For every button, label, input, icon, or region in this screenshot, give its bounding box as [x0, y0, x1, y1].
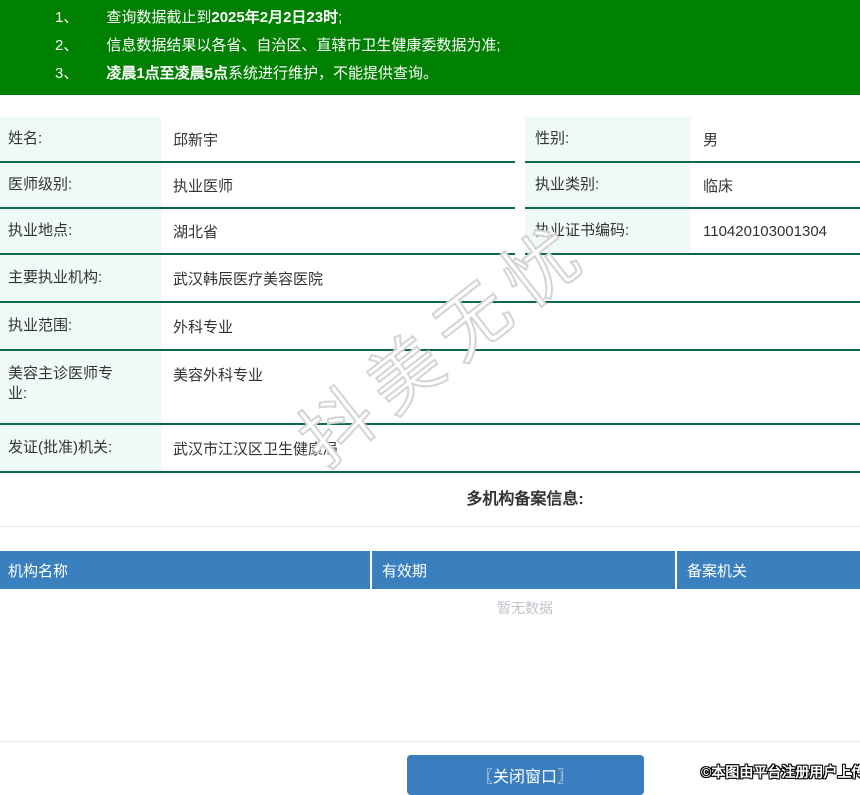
divider: [0, 526, 860, 527]
name-value: 邱新宇: [173, 131, 219, 149]
notice-line-1: 1、 查询数据截止到2025年2月2日23时;: [55, 4, 860, 32]
registration-section-title: 多机构备案信息:: [466, 491, 584, 508]
column-header-validity: 有效期: [382, 562, 428, 580]
main-institution-value: 武汉韩辰医疗美容医院: [173, 270, 324, 288]
query-result-page: 1、 查询数据截止到2025年2月2日23时; 2、 信息数据结果以各省、自治区、直…: [0, 0, 860, 795]
practice-category-value: 临床: [703, 177, 734, 195]
doctor-level-label: 医师级别:: [0, 163, 161, 207]
notice-number: 3、: [55, 65, 79, 82]
notice-banner: 1、 查询数据截止到2025年2月2日23时; 2、 信息数据结果以各省、自治区、直…: [0, 0, 860, 95]
table-row: 执业地点: 湖北省 执业证书编码: 110420103001304: [0, 209, 860, 255]
table-row: 执业范围: 外科专业: [0, 303, 860, 351]
notice-text: 信息数据结果以各省、自治区、直辖市卫生健康委数据为准;: [106, 37, 501, 54]
gender-value: 男: [703, 131, 719, 149]
button-row: 〖关闭窗口〗: [0, 755, 860, 795]
notice-line-3: 3、 凌晨1点至凌晨5点系统进行维护，不能提供查询。: [55, 60, 860, 88]
notice-number: 1、: [55, 9, 79, 26]
registration-table-header: 机构名称 有效期 备案机关: [0, 551, 860, 589]
certificate-number-label: 执业证书编码:: [525, 209, 690, 253]
practice-location-label: 执业地点:: [0, 209, 161, 253]
practice-scope-value: 外科专业: [173, 318, 234, 336]
column-header-authority: 备案机关: [687, 562, 748, 580]
doctor-info-table: 姓名: 邱新宇 性别: 男 医师级别: 执业医师 执业类别: 临床 执业地点:: [0, 117, 860, 473]
main-institution-label: 主要执业机构:: [0, 255, 161, 301]
practice-category-label: 执业类别:: [525, 163, 690, 207]
notice-text: 查询数据截止到: [106, 9, 212, 26]
gender-label: 性别:: [525, 117, 690, 161]
notice-number: 2、: [55, 37, 79, 54]
notice-line-2: 2、 信息数据结果以各省、自治区、直辖市卫生健康委数据为准;: [55, 32, 860, 60]
notice-text: ;: [338, 9, 343, 26]
divider: [0, 741, 860, 742]
close-window-button[interactable]: 〖关闭窗口〗: [406, 755, 644, 795]
table-row: 医师级别: 执业医师 执业类别: 临床: [0, 163, 860, 209]
practice-location-value: 湖北省: [173, 223, 219, 241]
notice-text-bold: 凌晨1点至凌晨5点: [106, 65, 229, 82]
column-header-institution: 机构名称: [8, 562, 69, 580]
certificate-number-value: 110420103001304: [703, 222, 828, 240]
cosmetic-specialty-label: 美容主诊医师专业:: [0, 351, 161, 423]
practice-scope-label: 执业范围:: [0, 303, 161, 349]
table-row: 美容主诊医师专业: 美容外科专业: [0, 351, 860, 425]
table-row: 主要执业机构: 武汉韩辰医疗美容医院: [0, 255, 860, 303]
notice-text: 系统进行维护，不能提供查询。: [228, 65, 439, 82]
issuing-authority-value: 武汉市江汉区卫生健康局: [173, 440, 339, 458]
cosmetic-specialty-value: 美容外科专业: [173, 367, 264, 384]
empty-data-message: 暂无数据: [497, 600, 553, 616]
table-row: 姓名: 邱新宇 性别: 男: [0, 117, 860, 163]
doctor-level-value: 执业医师: [173, 177, 234, 195]
issuing-authority-label: 发证(批准)机关:: [0, 425, 161, 471]
name-label: 姓名:: [0, 117, 161, 161]
notice-text-bold: 2025年2月2日23时: [211, 9, 339, 26]
table-row: 发证(批准)机关: 武汉市江汉区卫生健康局: [0, 425, 860, 473]
